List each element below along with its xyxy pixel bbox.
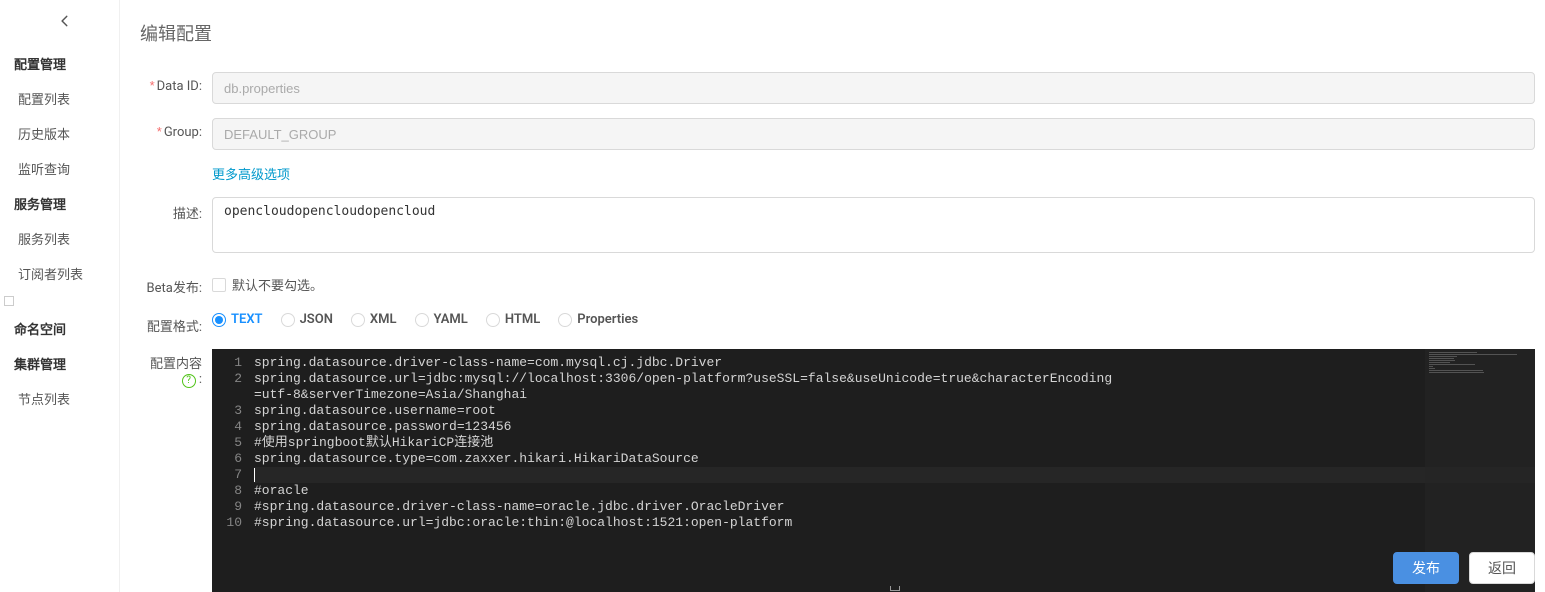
radio-label: JSON bbox=[300, 312, 333, 327]
radio-icon bbox=[212, 313, 226, 327]
back-chevron[interactable] bbox=[0, 8, 119, 46]
format-radio-json[interactable]: JSON bbox=[281, 312, 333, 327]
content-label: 配置内容? : bbox=[140, 349, 202, 388]
editor-code[interactable]: spring.datasource.driver-class-name=com.… bbox=[250, 349, 1535, 531]
radio-icon bbox=[281, 313, 295, 327]
radio-icon bbox=[351, 313, 365, 327]
back-button[interactable]: 返回 bbox=[1469, 552, 1535, 584]
format-radio-xml[interactable]: XML bbox=[351, 312, 397, 327]
beta-label: Beta发布: bbox=[140, 271, 202, 296]
radio-label: TEXT bbox=[231, 312, 263, 327]
nav-item-0-2[interactable]: 监听查询 bbox=[0, 151, 119, 186]
radio-label: XML bbox=[370, 312, 397, 327]
footer-actions: 发布 返回 bbox=[1393, 552, 1535, 584]
radio-label: YAML bbox=[434, 312, 468, 327]
nav-item-3-0[interactable]: 节点列表 bbox=[0, 381, 119, 416]
nav-item-0-1[interactable]: 历史版本 bbox=[0, 116, 119, 151]
beta-hint: 默认不要勾选。 bbox=[232, 275, 323, 294]
nav-tiny-checkbox[interactable] bbox=[4, 296, 14, 306]
chevron-left-icon bbox=[58, 14, 72, 28]
group-input bbox=[212, 118, 1535, 150]
radio-label: HTML bbox=[505, 312, 540, 327]
sidebar: 配置管理配置列表历史版本监听查询服务管理服务列表订阅者列表命名空间集群管理节点列… bbox=[0, 0, 120, 592]
editor-gutter: 12345678910 bbox=[212, 349, 250, 531]
description-textarea[interactable]: opencloudopencloudopencloud bbox=[212, 197, 1535, 253]
radio-icon bbox=[415, 313, 429, 327]
publish-button[interactable]: 发布 bbox=[1393, 552, 1459, 584]
data-id-input bbox=[212, 72, 1535, 104]
format-radio-properties[interactable]: Properties bbox=[558, 312, 638, 327]
page-title: 编辑配置 bbox=[140, 20, 1535, 46]
code-editor[interactable]: 12345678910 spring.datasource.driver-cla… bbox=[212, 349, 1535, 592]
help-icon[interactable]: ? bbox=[182, 374, 196, 388]
more-options-link[interactable]: 更多高级选项 bbox=[212, 168, 290, 183]
nav-group-0[interactable]: 配置管理 bbox=[0, 46, 119, 81]
format-label: 配置格式: bbox=[140, 310, 202, 335]
nav-item-0-0[interactable]: 配置列表 bbox=[0, 81, 119, 116]
data-id-label: *Data ID: bbox=[140, 72, 202, 94]
nav-group-1[interactable]: 服务管理 bbox=[0, 186, 119, 221]
nav-item-1-0[interactable]: 服务列表 bbox=[0, 221, 119, 256]
format-radio-html[interactable]: HTML bbox=[486, 312, 540, 327]
radio-icon bbox=[558, 313, 572, 327]
format-radio-yaml[interactable]: YAML bbox=[415, 312, 468, 327]
format-radio-text[interactable]: TEXT bbox=[212, 312, 263, 327]
radio-icon bbox=[486, 313, 500, 327]
split-handle-icon[interactable] bbox=[890, 586, 900, 592]
main-content: 编辑配置 *Data ID: *Group: 更多高级选项 描述: opencl… bbox=[120, 0, 1545, 592]
format-radio-group: TEXT JSON XML YAML HTML Properties bbox=[212, 310, 1535, 327]
group-label: *Group: bbox=[140, 118, 202, 140]
beta-checkbox[interactable] bbox=[212, 278, 226, 292]
radio-label: Properties bbox=[577, 312, 638, 327]
nav-item-1-1[interactable]: 订阅者列表 bbox=[0, 256, 119, 291]
description-label: 描述: bbox=[140, 197, 202, 222]
nav-group-3[interactable]: 集群管理 bbox=[0, 346, 119, 381]
nav-group-2[interactable]: 命名空间 bbox=[0, 311, 119, 346]
